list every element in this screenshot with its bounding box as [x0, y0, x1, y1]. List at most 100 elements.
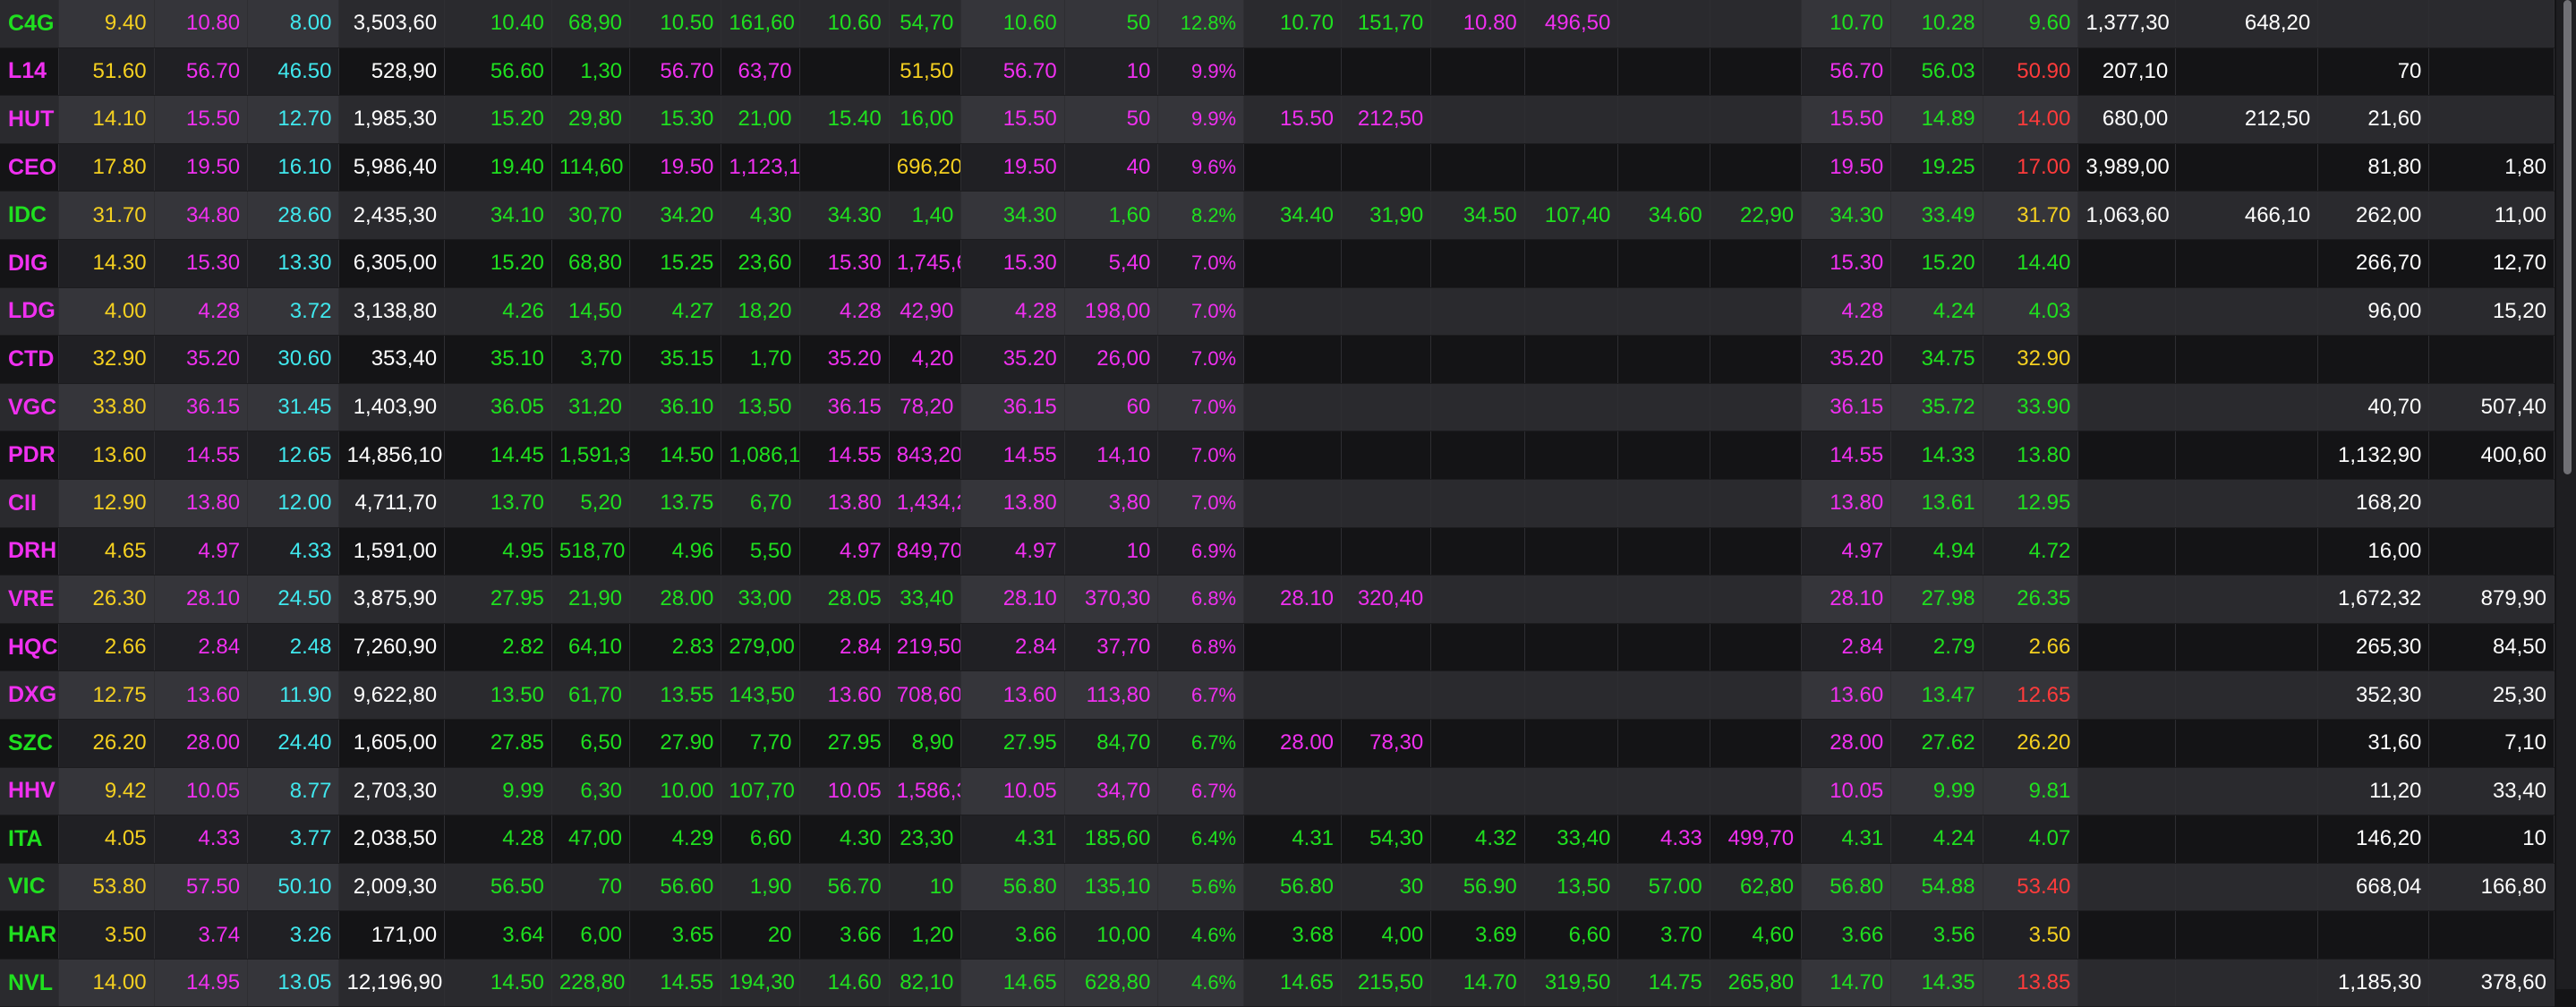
bid-vol-3: 14,50	[551, 287, 631, 337]
bid-vol-1: 1,40	[889, 191, 962, 240]
extra-col: 879,90	[2428, 575, 2555, 624]
floor-price: 3.26	[247, 910, 340, 960]
ask-price-1	[1243, 287, 1343, 337]
ceiling-price: 28.00	[154, 719, 249, 768]
floor-price: 24.40	[247, 719, 340, 768]
ask-price-3	[1617, 670, 1710, 720]
floor-price: 12.70	[247, 95, 340, 144]
bid-vol-1: 10	[889, 863, 962, 912]
symbol[interactable]: CEO	[0, 143, 59, 192]
stock-row[interactable]: CEO 17.80 19.50 16.10 5,986,40 19.40 114,60 19.…	[0, 143, 2555, 192]
floor-price: 24.50	[247, 575, 340, 624]
symbol[interactable]: PDR	[0, 431, 59, 480]
bid-price-1: 13.60	[799, 670, 890, 720]
change-pct: 6.9%	[1157, 527, 1245, 576]
stock-row[interactable]: NVL 14.00 14.95 13.05 12,196,90 14.50 228,80 14…	[0, 959, 2555, 1007]
extra-col: 11,00	[2428, 191, 2555, 240]
total-volume: 3,503,60	[338, 0, 446, 48]
ask-price-2: 56.90	[1430, 863, 1525, 912]
ask-price-2: 3.69	[1430, 910, 1525, 960]
change-pct: 9.9%	[1157, 47, 1245, 97]
low-price: 14.40	[1983, 239, 2079, 288]
high-price: 56.70	[1801, 47, 1892, 97]
symbol[interactable]: NVL	[0, 959, 59, 1007]
stock-row[interactable]: HHV 9.42 10.05 8.77 2,703,30 9.99 6,30 10.00 107…	[0, 767, 2555, 816]
stock-row[interactable]: CTD 32.90 35.20 30.60 353,40 35.10 3,70 35.15 1,…	[0, 335, 2555, 384]
scrollbar-thumb[interactable]	[2563, 0, 2572, 474]
stock-row[interactable]: DIG 14.30 15.30 13.30 6,305,00 15.20 68,80 15.2…	[0, 239, 2555, 288]
stock-row[interactable]: DXG 12.75 13.60 11.90 9,622,80 13.50 61,70 13.5…	[0, 670, 2555, 720]
foreign-sell	[2175, 719, 2319, 768]
bid-price-2: 28.00	[629, 575, 722, 624]
ask-price-1: 28.10	[1243, 575, 1343, 624]
floor-price: 8.77	[247, 767, 340, 816]
symbol[interactable]: CII	[0, 479, 59, 528]
stock-row[interactable]: VGC 33.80 36.15 31.45 1,403,90 36.05 31,20 36.1…	[0, 383, 2555, 432]
symbol[interactable]: LDG	[0, 287, 59, 337]
ceiling-price: 2.84	[154, 623, 249, 672]
ask-price-3	[1617, 239, 1710, 288]
stock-row[interactable]: HQC 2.66 2.84 2.48 7,260,90 2.82 64,10 2.83 279,…	[0, 623, 2555, 672]
symbol[interactable]: HHV	[0, 767, 59, 816]
stock-row[interactable]: IDC 31.70 34.80 28.60 2,435,30 34.10 30,70 34.2…	[0, 191, 2555, 240]
stock-row[interactable]: VRE 26.30 28.10 24.50 3,875,90 27.95 21,90 28.0…	[0, 575, 2555, 624]
bid-price-1: 3.66	[799, 910, 890, 960]
ask-vol-2	[1524, 47, 1619, 97]
bid-price-2: 13.75	[629, 479, 722, 528]
floor-price: 50.10	[247, 863, 340, 912]
stock-row[interactable]: HUT 14.10 15.50 12.70 1,985,30 15.20 29,80 15.3…	[0, 95, 2555, 144]
foreign-buy	[2077, 910, 2177, 960]
ref-price: 33.80	[58, 383, 155, 432]
symbol[interactable]: VIC	[0, 863, 59, 912]
match-vol: 60	[1064, 383, 1159, 432]
ask-vol-1	[1341, 239, 1432, 288]
extra-col: 507,40	[2428, 383, 2555, 432]
symbol[interactable]: HUT	[0, 95, 59, 144]
stock-row[interactable]: VIC 53.80 57.50 50.10 2,009,30 56.50 70 56.60 1,…	[0, 863, 2555, 912]
low-price: 12.95	[1983, 479, 2079, 528]
stock-row[interactable]: ITA 4.05 4.33 3.77 2,038,50 4.28 47,00 4.29 6,60…	[0, 815, 2555, 864]
symbol[interactable]: DIG	[0, 239, 59, 288]
ref-price: 12.75	[58, 670, 155, 720]
bid-price-2: 14.50	[629, 431, 722, 480]
symbol[interactable]: ITA	[0, 815, 59, 864]
symbol[interactable]: DXG	[0, 670, 59, 720]
change-pct: 12.8%	[1157, 0, 1245, 48]
total-volume: 528,90	[338, 47, 446, 97]
ask-price-3: 34.60	[1617, 191, 1710, 240]
vertical-scrollbar[interactable]	[2556, 0, 2576, 989]
stock-row[interactable]: PDR13.6014.5512.6514,856,1014.451,591,30…	[0, 431, 2555, 480]
ask-price-1	[1243, 623, 1343, 672]
symbol[interactable]: L14	[0, 47, 59, 97]
high-price: 14.70	[1801, 959, 1892, 1007]
stock-row[interactable]: SZC 26.20 28.00 24.40 1,605,00 27.85 6,50 27.90…	[0, 719, 2555, 768]
ref-price: 4.65	[58, 527, 155, 576]
stock-row[interactable]: C4G 9.40 10.80 8.00 3,503,60 10.40 68,90 10.50 1…	[0, 0, 2555, 48]
symbol[interactable]: HQC	[0, 623, 59, 672]
bid-price-2: 2.83	[629, 623, 722, 672]
symbol[interactable]: C4G	[0, 0, 59, 48]
change-pct: 4.6%	[1157, 959, 1245, 1007]
symbol[interactable]: DRH	[0, 527, 59, 576]
foreign-room: 96,00	[2317, 287, 2430, 337]
ask-price-3	[1617, 623, 1710, 672]
stock-row[interactable]: L14 51.60 56.70 46.50 528,90 56.60 1,30 56.70 63…	[0, 47, 2555, 97]
symbol[interactable]: HAR	[0, 910, 59, 960]
ask-vol-3	[1710, 47, 1803, 97]
stock-row[interactable]: HAR 3.50 3.74 3.26 171,00 3.64 6,00 3.65 20 3.66 1…	[0, 910, 2555, 960]
stock-row[interactable]: CII 12.90 13.80 12.00 4,711,70 13.70 5,20 13.75…	[0, 479, 2555, 528]
bid-vol-3: 47,00	[551, 815, 631, 864]
symbol[interactable]: VGC	[0, 383, 59, 432]
symbol[interactable]: CTD	[0, 335, 59, 384]
foreign-sell	[2175, 959, 2319, 1007]
bid-vol-1: 219,50	[889, 623, 962, 672]
stock-row[interactable]: LDG 4.00 4.28 3.72 3,138,80 4.26 14,50 4.27 18,2…	[0, 287, 2555, 337]
symbol[interactable]: IDC	[0, 191, 59, 240]
symbol[interactable]: SZC	[0, 719, 59, 768]
symbol[interactable]: VRE	[0, 575, 59, 624]
bid-vol-3: 6,30	[551, 767, 631, 816]
ask-price-3	[1617, 95, 1710, 144]
stock-row[interactable]: DRH 4.65 4.97 4.33 1,591,00 4.95 518,70 4.96 5,5…	[0, 527, 2555, 576]
ask-vol-2	[1524, 479, 1619, 528]
match-price: 2.84	[960, 623, 1065, 672]
